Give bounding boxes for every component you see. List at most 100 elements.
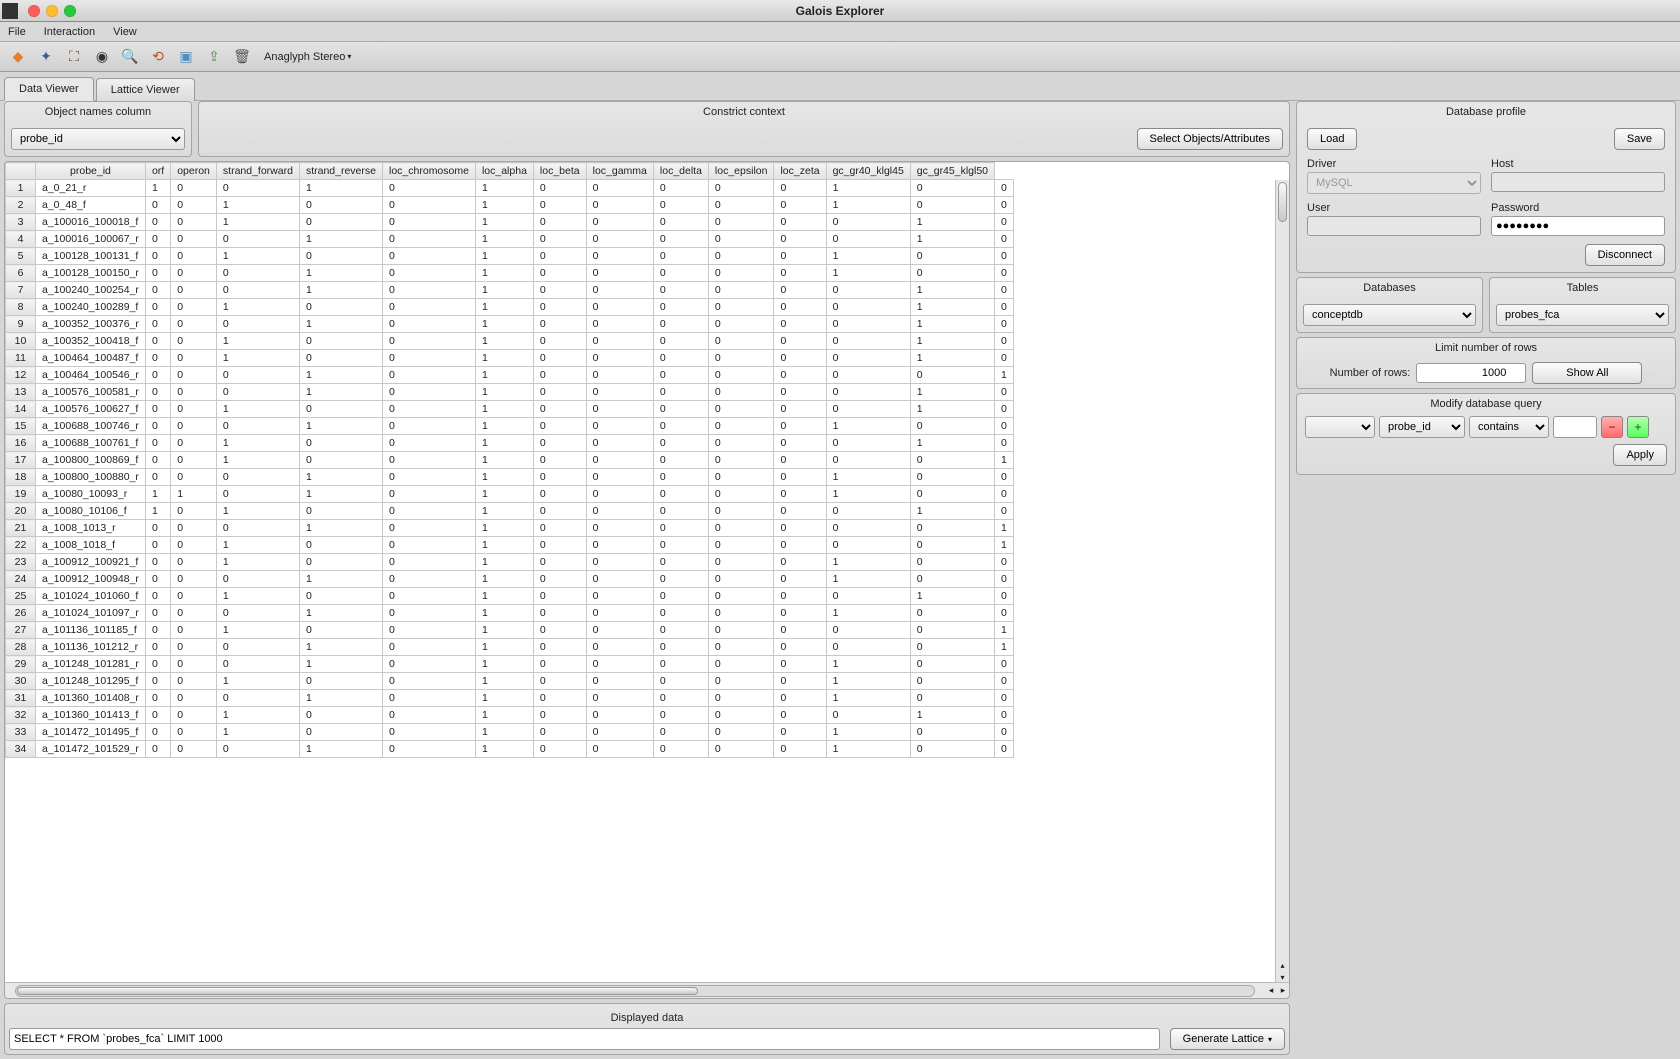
column-header[interactable]: loc_epsilon (708, 163, 774, 180)
cell[interactable]: 0 (299, 197, 382, 214)
cell[interactable]: 0 (653, 197, 708, 214)
cell[interactable]: 0 (826, 299, 910, 316)
cell[interactable]: 0 (383, 469, 476, 486)
cell[interactable]: 0 (708, 537, 774, 554)
cell[interactable]: 0 (299, 724, 382, 741)
cell[interactable]: a_100464_100546_r (36, 367, 146, 384)
cell[interactable]: 1 (475, 520, 533, 537)
cell[interactable]: 0 (586, 554, 653, 571)
cell[interactable]: 1 (826, 656, 910, 673)
cell[interactable]: 0 (145, 639, 170, 656)
cell[interactable]: 0 (145, 707, 170, 724)
cell[interactable]: 0 (774, 486, 826, 503)
cell[interactable]: 0 (774, 435, 826, 452)
cell[interactable]: 0 (533, 316, 586, 333)
cell[interactable]: a_100128_100150_r (36, 265, 146, 282)
cell[interactable]: 0 (708, 690, 774, 707)
cell[interactable]: 1 (299, 384, 382, 401)
cell[interactable]: 0 (533, 333, 586, 350)
cell[interactable]: 1 (299, 520, 382, 537)
column-header[interactable]: orf (145, 163, 170, 180)
cell[interactable]: 0 (653, 333, 708, 350)
table-row[interactable]: 20a_10080_10106_f10100100000010 (6, 503, 1014, 520)
cell[interactable]: 0 (299, 435, 382, 452)
cell[interactable]: 0 (586, 435, 653, 452)
cell[interactable]: 0 (708, 673, 774, 690)
cell[interactable]: 1 (299, 180, 382, 197)
cell[interactable]: 0 (383, 520, 476, 537)
cell[interactable]: 1 (475, 231, 533, 248)
cell[interactable]: 0 (383, 214, 476, 231)
database-select[interactable]: conceptdb (1303, 304, 1476, 326)
cell[interactable]: 0 (586, 537, 653, 554)
cell[interactable]: 0 (145, 656, 170, 673)
cell[interactable]: 0 (383, 486, 476, 503)
cell[interactable]: 1 (826, 418, 910, 435)
cell[interactable]: 0 (826, 316, 910, 333)
cell[interactable]: 0 (586, 486, 653, 503)
cell[interactable]: 0 (708, 571, 774, 588)
cell[interactable]: 0 (145, 452, 170, 469)
cell[interactable]: 0 (171, 639, 217, 656)
cell[interactable]: 0 (171, 469, 217, 486)
cell[interactable]: 1 (475, 554, 533, 571)
cell[interactable]: 0 (774, 248, 826, 265)
cell[interactable]: 0 (145, 418, 170, 435)
query-field-select[interactable]: probe_id (1379, 416, 1465, 438)
table-row[interactable]: 12a_100464_100546_r00010100000001 (6, 367, 1014, 384)
cell[interactable]: 0 (653, 231, 708, 248)
object-names-select[interactable]: probe_id (11, 128, 185, 150)
cell[interactable]: 0 (383, 231, 476, 248)
table-row[interactable]: 15a_100688_100746_r00010100000100 (6, 418, 1014, 435)
cell[interactable]: 1 (299, 639, 382, 656)
cell[interactable]: 0 (826, 588, 910, 605)
cell[interactable]: 0 (171, 741, 217, 758)
cell[interactable]: 1 (475, 197, 533, 214)
cell[interactable]: 0 (995, 180, 1014, 197)
cell[interactable]: 0 (216, 180, 299, 197)
cell[interactable]: 0 (586, 282, 653, 299)
cell[interactable]: 0 (826, 333, 910, 350)
cell[interactable]: 0 (995, 673, 1014, 690)
cell[interactable]: 0 (653, 316, 708, 333)
cell[interactable]: 0 (216, 316, 299, 333)
cell[interactable]: 0 (383, 452, 476, 469)
cell[interactable]: 0 (586, 673, 653, 690)
cell[interactable]: 0 (533, 656, 586, 673)
table-row[interactable]: 31a_101360_101408_r00010100000100 (6, 690, 1014, 707)
cell[interactable]: 0 (145, 588, 170, 605)
cell[interactable]: 0 (774, 707, 826, 724)
cell[interactable]: 0 (586, 214, 653, 231)
cell[interactable]: 0 (995, 656, 1014, 673)
cell[interactable]: 1 (475, 401, 533, 418)
cell[interactable]: 0 (533, 231, 586, 248)
cell[interactable]: 0 (586, 231, 653, 248)
cell[interactable]: 0 (171, 418, 217, 435)
cell[interactable]: 1 (216, 673, 299, 690)
query-op-select[interactable]: contains (1469, 416, 1549, 438)
cell[interactable]: 1 (216, 333, 299, 350)
cell[interactable]: 0 (910, 537, 994, 554)
cell[interactable]: 0 (653, 469, 708, 486)
column-header[interactable]: probe_id (36, 163, 146, 180)
cell[interactable]: 0 (653, 299, 708, 316)
cell[interactable]: 0 (708, 435, 774, 452)
cell[interactable]: 0 (299, 299, 382, 316)
cell[interactable]: 0 (708, 384, 774, 401)
cell[interactable]: 0 (586, 384, 653, 401)
cell[interactable]: 0 (586, 469, 653, 486)
cell[interactable]: 1 (475, 690, 533, 707)
cell[interactable]: 0 (533, 197, 586, 214)
cell[interactable]: 0 (145, 384, 170, 401)
cell[interactable]: 0 (995, 401, 1014, 418)
cell[interactable]: 0 (383, 554, 476, 571)
cell[interactable]: 0 (653, 588, 708, 605)
cell[interactable]: a_1008_1018_f (36, 537, 146, 554)
cell[interactable]: 0 (774, 656, 826, 673)
cell[interactable]: 1 (299, 316, 382, 333)
cell[interactable]: 0 (586, 452, 653, 469)
table-row[interactable]: 4a_100016_100067_r00010100000010 (6, 231, 1014, 248)
cell[interactable]: 0 (171, 520, 217, 537)
cell[interactable]: 0 (708, 231, 774, 248)
cell[interactable]: 0 (653, 265, 708, 282)
